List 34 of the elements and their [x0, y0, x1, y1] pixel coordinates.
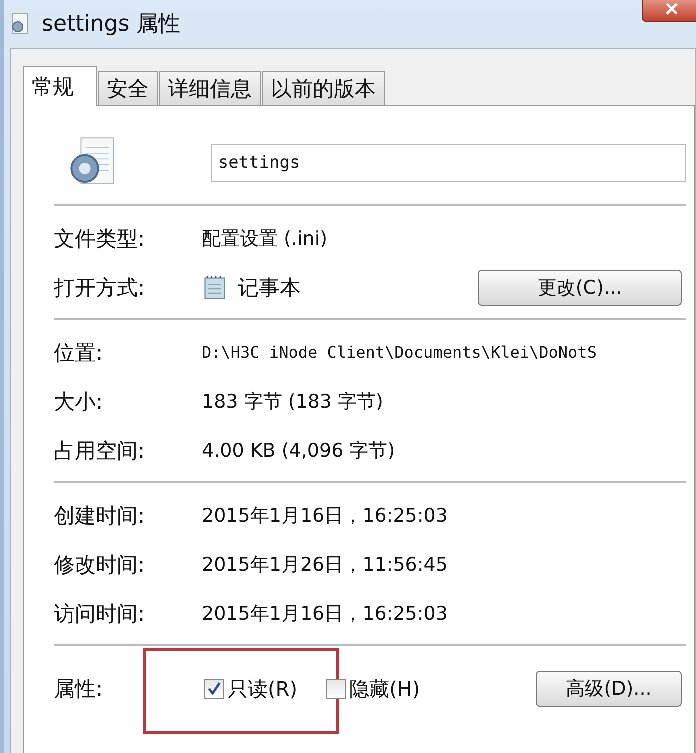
checkbox[interactable]: 只读(R) — [204, 676, 298, 702]
field-label: 访问时间: — [54, 600, 146, 628]
advanced-button[interactable]: 高级(D)... — [536, 671, 682, 707]
field-label: 属性: — [54, 676, 104, 703]
field-value: 183 字节 (183 字节) — [202, 390, 384, 414]
field-label: 修改时间: — [54, 552, 146, 578]
file-name-field[interactable]: settings — [211, 144, 686, 182]
notepad-icon — [202, 274, 228, 300]
app-name: 记事本 — [238, 274, 301, 302]
close-icon — [666, 3, 678, 15]
check-icon — [207, 682, 221, 696]
field-value: 2015年1月16日，16:25:03 — [202, 602, 448, 626]
tab[interactable]: 详细信息 — [159, 71, 261, 105]
field-label: 文件类型: — [54, 226, 146, 252]
checkbox-box[interactable] — [326, 679, 346, 699]
field-label: 位置: — [54, 340, 104, 366]
field-value: 2015年1月16日，16:25:03 — [202, 504, 448, 528]
field-value: D:\H3C iNode Client\Documents\Klei\DoNotS — [202, 343, 597, 362]
tab[interactable]: 安全 — [98, 71, 158, 105]
tab[interactable]: 以前的版本 — [262, 71, 385, 105]
tab[interactable]: 常规 — [23, 66, 97, 106]
field-label: 创建时间: — [54, 502, 146, 530]
checkbox-box[interactable] — [204, 679, 224, 699]
field-label: 大小: — [54, 388, 104, 416]
window-title: settings 属性 — [42, 11, 181, 39]
field-value: 4.00 KB (4,096 字节) — [202, 438, 396, 464]
gear-file-icon — [10, 13, 30, 35]
close-button[interactable] — [642, 0, 696, 22]
checkbox[interactable]: 隐藏(H) — [326, 676, 420, 702]
change-button[interactable]: 更改(C)... — [478, 270, 682, 306]
field-label: 占用空间: — [54, 438, 146, 464]
field-value: 2015年1月26日，11:56:45 — [202, 552, 448, 578]
field-label: 打开方式: — [54, 274, 146, 302]
field-value: 配置设置 (.ini) — [202, 226, 328, 252]
